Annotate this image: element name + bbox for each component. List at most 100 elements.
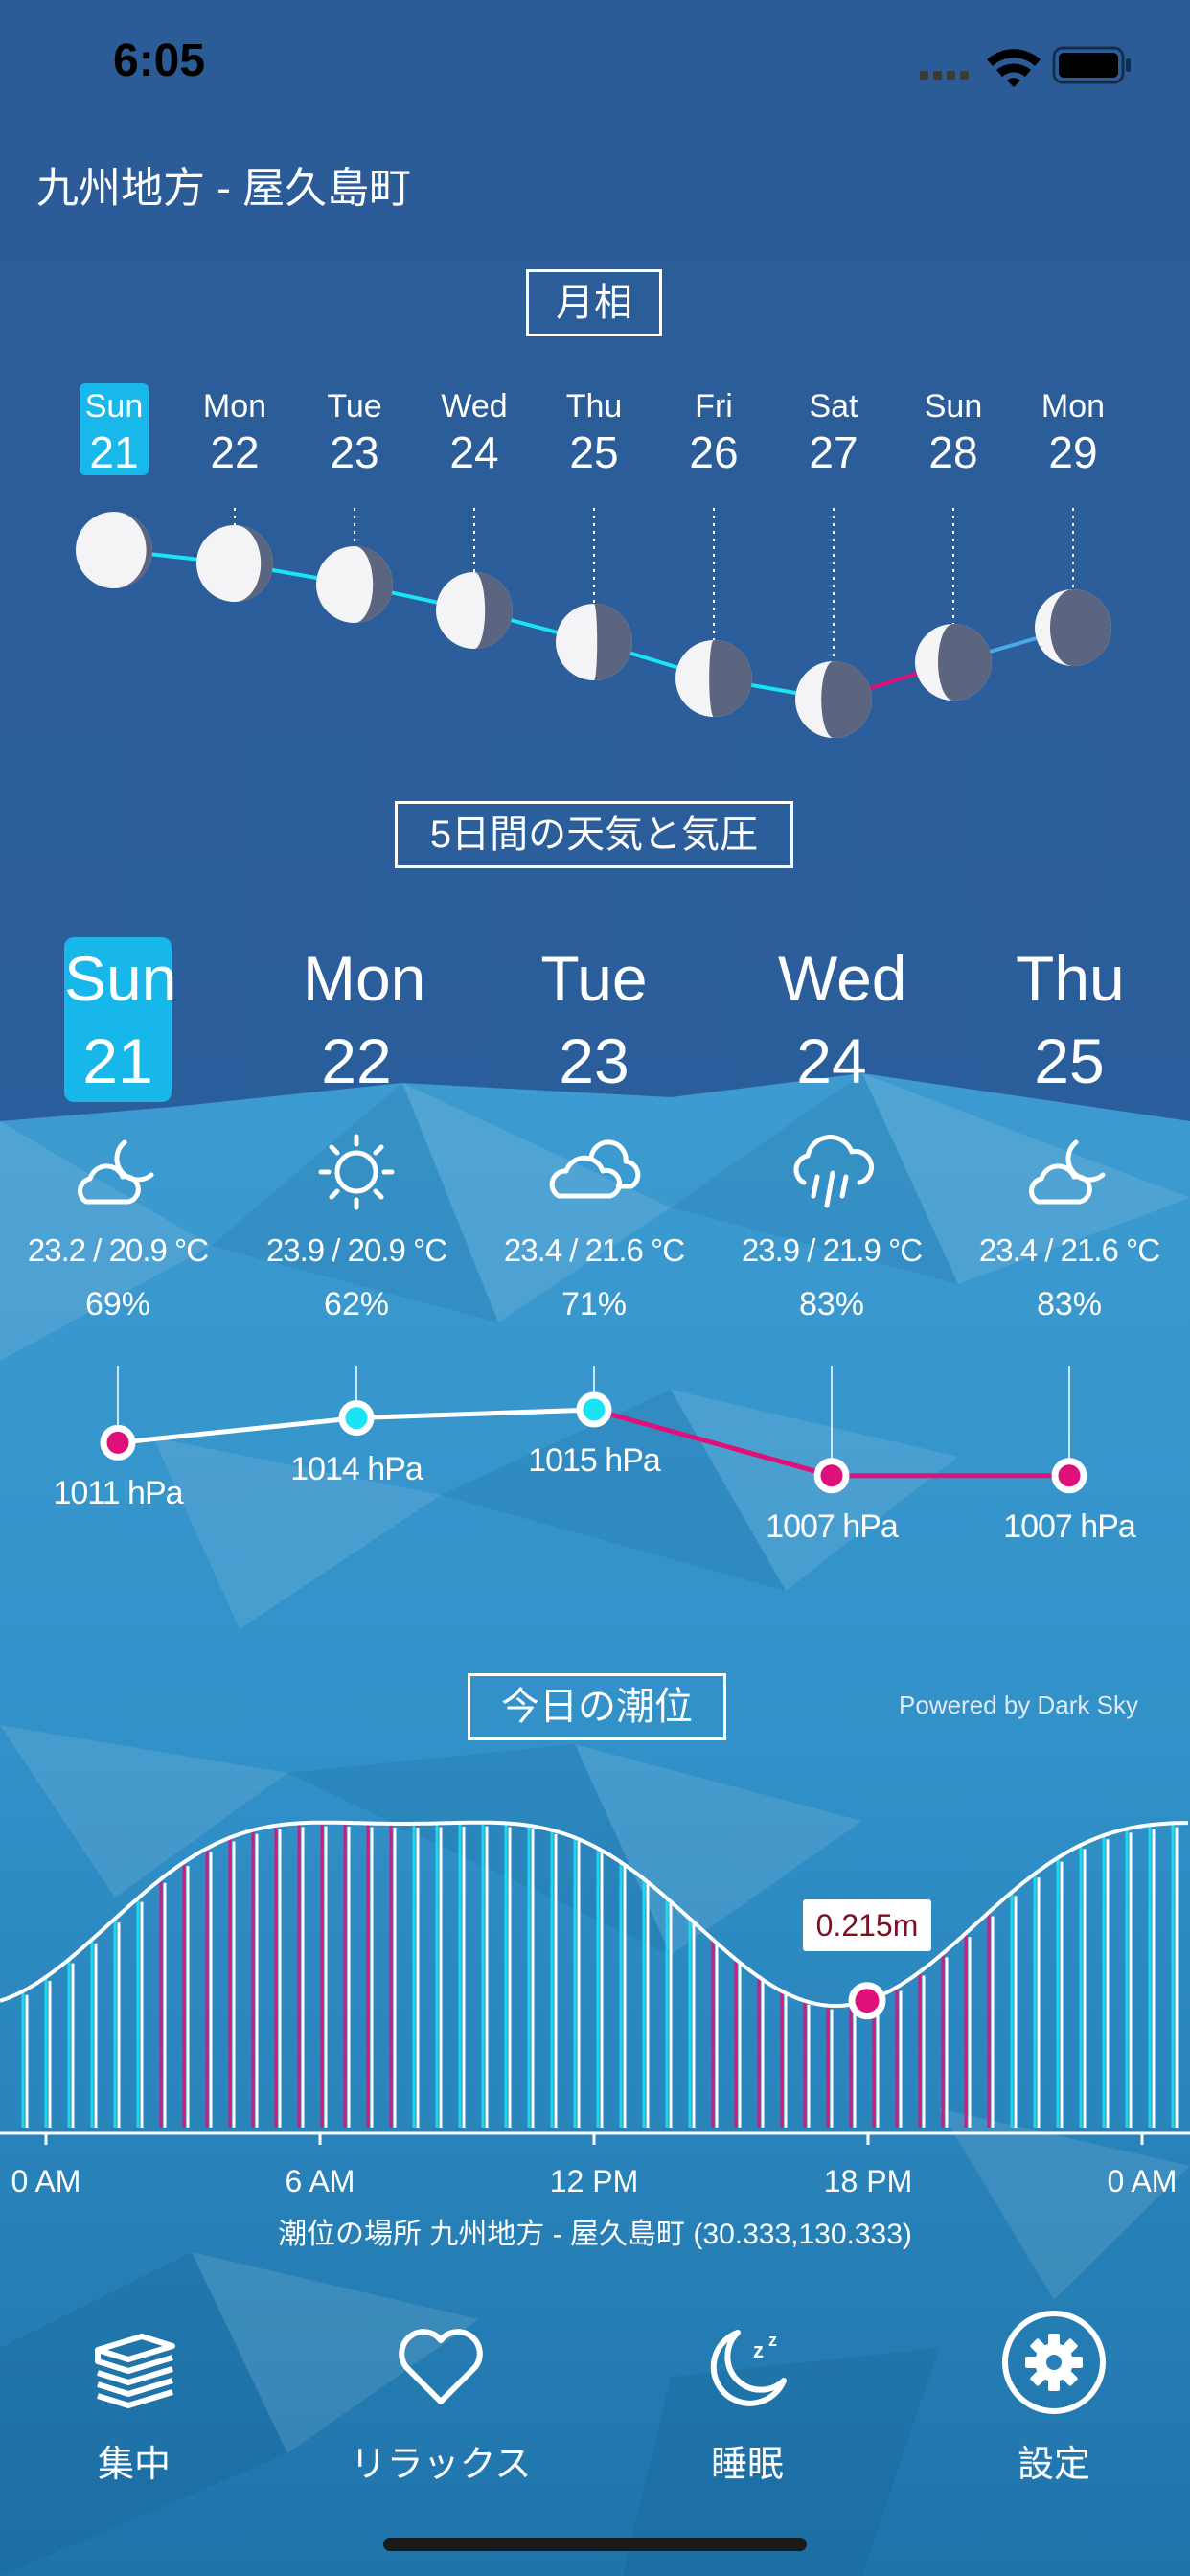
tab-focus[interactable]: 集中 (10, 2319, 259, 2487)
moon-phase-icon (675, 640, 752, 717)
weather-humidity: 83% (798, 1286, 865, 1322)
tide-axis-label: 6 AM (285, 2164, 355, 2198)
tab-focus-label: 集中 (97, 2445, 171, 2485)
svg-text:z: z (768, 2331, 777, 2350)
moon-phase-icon (556, 604, 632, 680)
pressure-point (100, 1424, 136, 1460)
pressure-point (1051, 1458, 1087, 1494)
weather-day-4: Thu 25 (1016, 937, 1125, 1102)
weather-temp: 23.9 / 21.9 °C (741, 1232, 923, 1268)
weather-day-name: Mon (303, 943, 426, 1014)
weather-humidity: 71% (561, 1286, 628, 1322)
moon-phase-title: 月相 (526, 269, 662, 336)
weather-day-number: 23 (559, 1025, 629, 1096)
pressure-label: 1015 hPa (528, 1442, 661, 1479)
weather-day-number: 24 (796, 1025, 867, 1096)
weather-title: 5日間の天気と気圧 (395, 801, 793, 868)
moon-phase-icon (1035, 589, 1111, 666)
tab-sleep[interactable]: z z 睡眠 (623, 2319, 872, 2487)
signal-icon (920, 71, 969, 80)
partly-cloudy-night-icon (65, 1129, 171, 1220)
weather-temp: 23.9 / 20.9 °C (265, 1232, 447, 1268)
pressure-line (355, 1407, 595, 1421)
moon-phase-icon (196, 525, 273, 602)
books-icon (95, 2334, 175, 2408)
moon-day-number: 26 (689, 427, 739, 477)
powered-by-text: Powered by Dark Sky (899, 1690, 1138, 1719)
moon-day-number: 24 (449, 427, 499, 477)
pressure-point (338, 1400, 375, 1437)
svg-text:z: z (753, 2338, 764, 2362)
rain-icon (779, 1129, 884, 1220)
moon-day-number: 22 (210, 427, 260, 477)
moon-day-0: Sun 21 (80, 383, 149, 475)
sun-icon (304, 1129, 409, 1220)
tide-title: 今日の潮位 (468, 1673, 726, 1740)
weather-day-2: Tue 23 (540, 937, 648, 1102)
tide-axis-label: 18 PM (823, 2164, 913, 2198)
tide-current-value: 0.215m (803, 1899, 931, 1951)
pressure-label: 1011 hPa (53, 1475, 183, 1512)
weather-day-name: Tue (540, 943, 648, 1014)
weather-day-3: Wed 24 (778, 937, 907, 1102)
weather-day-name: Sun (64, 943, 177, 1014)
tide-axis-label: 12 PM (549, 2164, 639, 2198)
cloud-icon (541, 1129, 647, 1220)
tab-relax-label: リラックス (350, 2445, 532, 2485)
moon-day-number: 27 (809, 427, 858, 477)
moon-day-name: Sun (84, 388, 144, 425)
moon-day-number: 29 (1048, 427, 1098, 477)
battery-icon (1052, 46, 1131, 84)
moon-day-7: Sun 28 (919, 383, 988, 475)
weather-humidity: 83% (1036, 1286, 1103, 1322)
moon-day-name: Tue (327, 388, 382, 425)
moon-phase-icon (76, 512, 152, 588)
moon-day-name: Mon (202, 388, 267, 425)
moon-day-3: Wed 24 (440, 383, 509, 475)
moon-day-2: Tue 23 (320, 383, 389, 475)
status-icons (920, 46, 1131, 87)
pressure-line (117, 1415, 357, 1445)
pressure-label: 1007 hPa (1003, 1507, 1136, 1545)
pressure-label: 1007 hPa (766, 1507, 899, 1545)
weather-day-name: Wed (778, 943, 907, 1014)
gear-icon (1002, 2311, 1106, 2414)
pressure-point (813, 1458, 850, 1494)
tide-axis-label: 0 AM (11, 2164, 81, 2198)
moon-day-6: Sat 27 (799, 383, 868, 475)
tab-relax[interactable]: リラックス (316, 2319, 565, 2487)
moon-phase-icon (436, 572, 513, 649)
weather-temp: 23.4 / 21.6 °C (978, 1232, 1160, 1268)
moon-day-name: Thu (565, 388, 623, 425)
weather-day-number: 25 (1034, 1025, 1105, 1096)
tide-chart (0, 1820, 1190, 2145)
moon-sleep-icon: z z (710, 2330, 787, 2406)
moon-phase-icon (915, 624, 992, 701)
tide-location: 潮位の場所 九州地方 - 屋久島町 (30.333,130.333) (278, 2219, 912, 2250)
moon-phase-icon (316, 546, 393, 623)
tide-curve (0, 1820, 1188, 2009)
tab-settings-label: 設定 (1017, 2445, 1090, 2485)
heart-icon (399, 2329, 483, 2404)
weather-humidity: 62% (323, 1286, 390, 1322)
moon-day-number: 23 (330, 427, 379, 477)
moon-day-4: Thu 25 (560, 383, 629, 475)
tide-current-point (848, 1982, 886, 2020)
tab-settings[interactable]: 設定 (929, 2311, 1179, 2487)
weather-temp: 23.2 / 20.9 °C (27, 1232, 209, 1268)
weather-day-0: Sun 21 (64, 937, 177, 1102)
moon-day-name: Wed (441, 388, 508, 425)
moon-day-number: 21 (89, 427, 139, 477)
weather-day-1: Mon 22 (303, 937, 426, 1102)
weather-humidity: 69% (84, 1286, 151, 1322)
partly-cloudy-night-icon (1017, 1129, 1122, 1220)
weather-temp: 23.4 / 21.6 °C (503, 1232, 685, 1268)
moon-phase-icon (795, 661, 872, 738)
weather-day-name: Thu (1016, 943, 1125, 1014)
pressure-point (576, 1392, 612, 1428)
moon-day-5: Fri 26 (679, 383, 748, 475)
home-indicator[interactable] (383, 2538, 807, 2551)
moon-day-name: Sun (924, 388, 983, 425)
moon-day-number: 28 (928, 427, 978, 477)
tide-axis-label: 0 AM (1107, 2164, 1178, 2198)
